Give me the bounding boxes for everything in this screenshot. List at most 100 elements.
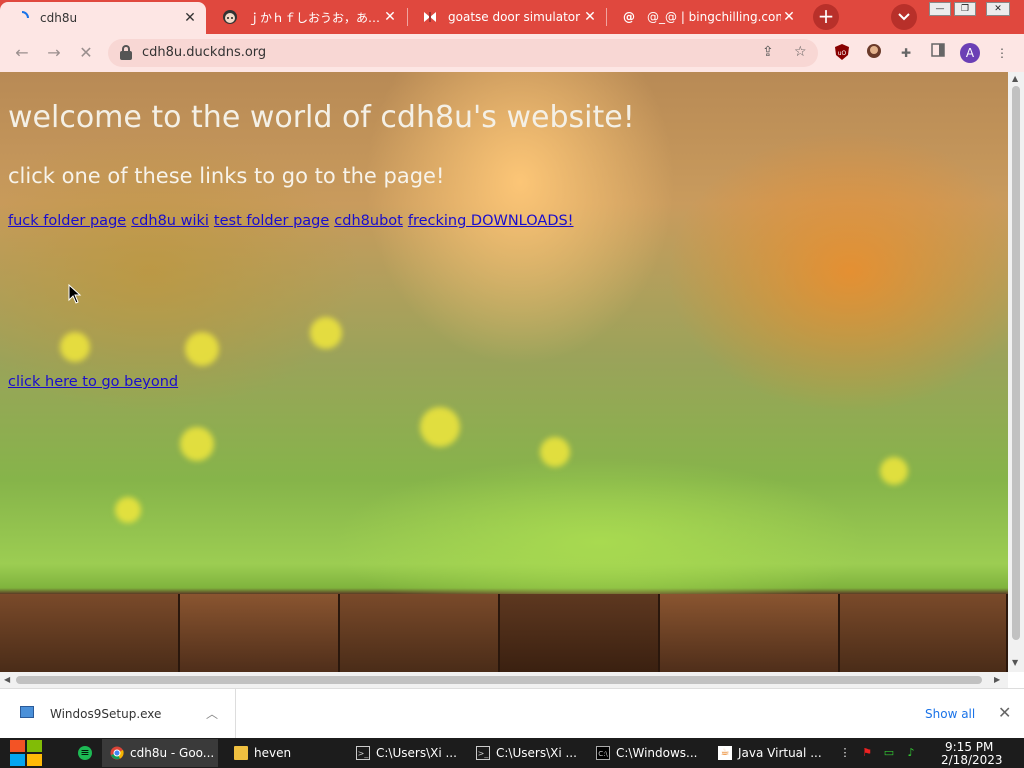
wood-plank [180,594,340,672]
tab-anime[interactable]: ｊかｈｆしおうお，あ… ✕ [208,0,406,34]
close-shelf-icon[interactable]: ✕ [998,703,1011,722]
taskbar-label: heven [254,746,292,760]
at-icon: @ [623,10,635,24]
loading-spinner-icon [14,10,30,26]
wood-plank [660,594,840,672]
bookmark-star-icon[interactable]: ☆ [794,44,807,60]
link-fuck-folder[interactable]: fuck folder page [8,213,126,229]
tab-title: @_@ | bingchilling.com [647,10,781,24]
flag-icon[interactable]: ⚑ [860,746,874,760]
scroll-left-icon[interactable]: ◀ [4,675,10,684]
address-bar[interactable]: cdh8u.duckdns.org ⇪ ☆ [108,39,818,67]
butterfly-icon [422,9,438,25]
close-icon[interactable]: ✕ [382,9,398,25]
wood-plank [840,594,1008,672]
stop-loading-icon[interactable]: ✕ [74,42,98,64]
tab-title: cdh8u [40,11,78,25]
taskbar-label: Java Virtual ... [738,746,822,760]
restore-button[interactable]: ❐ [954,2,976,16]
tab-cdh8u[interactable]: cdh8u ✕ [0,2,206,34]
link-bot[interactable]: cdh8ubot [334,213,403,229]
taskbar-terminal-2[interactable]: >_ C:\Users\Xi ... [468,739,580,767]
terminal-icon: >_ [356,746,370,760]
taskbar-label: C:\Windows... [616,746,698,760]
vertical-scrollbar[interactable]: ▲ ▼ [1008,72,1024,672]
tab-bingchilling[interactable]: @ @_@ | bingchilling.com ✕ [607,0,805,34]
background-bokeh [540,437,570,467]
wood-plank [340,594,500,672]
clock-date[interactable]: 2/18/2023 [941,753,1003,767]
taskbar: ≡ cdh8u - Goo... heven >_ C:\Users\Xi ..… [0,738,1024,768]
url-text[interactable]: cdh8u.duckdns.org [142,45,266,60]
close-icon[interactable]: ✕ [582,9,598,25]
taskbar-chrome[interactable]: cdh8u - Goo... [102,739,218,767]
tab-goatse[interactable]: goatse door simulator ✕ [408,0,606,34]
tab-title: ｊかｈｆしおうお，あ… [248,10,381,25]
forward-icon[interactable]: → [42,42,66,64]
background-bokeh [420,407,460,447]
close-window-button[interactable]: ✕ [986,2,1010,16]
scroll-up-icon[interactable]: ▲ [1012,74,1018,83]
start-button[interactable] [10,739,44,767]
taskbar-explorer[interactable]: heven [226,739,338,767]
horizontal-scrollbar[interactable]: ◀ ▶ [0,672,1008,688]
taskbar-cmd[interactable]: C:\ C:\Windows... [588,739,702,767]
ublock-icon[interactable]: uO [832,43,852,63]
scroll-right-icon[interactable]: ▶ [994,675,1000,684]
taskbar-label: cdh8u - Goo... [130,746,215,760]
vertical-scroll-thumb[interactable] [1012,86,1020,640]
taskbar-terminal-1[interactable]: >_ C:\Users\Xi ... [348,739,460,767]
extensions-puzzle-icon[interactable]: ✚ [896,43,916,63]
page-heading: welcome to the world of cdh8u's website! [8,100,635,135]
link-wiki[interactable]: cdh8u wiki [131,213,209,229]
side-panel-icon[interactable] [928,43,948,63]
page-subheading: click one of these links to go to the pa… [8,164,445,188]
java-icon: ☕ [718,746,732,760]
back-icon[interactable]: ← [10,42,34,64]
download-item[interactable]: Windos9Setup.exe ︿ [0,689,236,739]
lock-icon[interactable] [120,45,132,60]
clock-time[interactable]: 9:15 PM [945,740,993,754]
profile-extension-icon[interactable] [864,43,884,63]
installer-file-icon [20,706,34,718]
spotify-icon: ≡ [78,746,92,760]
link-test-folder[interactable]: test folder page [214,213,329,229]
overflow-icon[interactable]: ⋮ [838,746,852,760]
tab-title: goatse door simulator [448,10,581,24]
background-bokeh [880,457,908,485]
console-icon: C:\ [596,746,610,760]
share-icon[interactable]: ⇪ [762,44,774,60]
menu-kebab-icon[interactable]: ⋮ [992,43,1012,63]
browser-toolbar: ← → ✕ cdh8u.duckdns.org ⇪ ☆ uO ✚ A ⋮ [0,34,1024,72]
scroll-down-icon[interactable]: ▼ [1012,658,1018,667]
network-icon[interactable]: ▭ [882,746,896,760]
mouse-cursor-icon [68,284,82,304]
background-bokeh [185,332,219,366]
profile-avatar[interactable]: A [960,43,980,63]
page-viewport: welcome to the world of cdh8u's website!… [0,72,1008,672]
link-go-beyond[interactable]: click here to go beyond [8,374,178,390]
taskbar-label: C:\Users\Xi ... [376,746,457,760]
anime-avatar-icon [222,9,238,25]
background-bokeh [310,317,342,349]
wood-plank [0,594,180,672]
link-downloads[interactable]: frecking DOWNLOADS! [408,213,574,229]
volume-icon[interactable]: ♪ [904,746,918,760]
close-icon[interactable]: ✕ [182,10,198,26]
background-bokeh [180,427,214,461]
show-all-button[interactable]: Show all [925,707,975,721]
download-filename[interactable]: Windos9Setup.exe [50,707,161,721]
spotify-taskbar-icon[interactable]: ≡ [70,739,100,767]
folder-icon [234,746,248,760]
tab-search-button[interactable] [891,4,917,30]
svg-text:uO: uO [838,50,847,57]
minimize-button[interactable]: — [929,2,951,16]
chevron-up-icon[interactable]: ︿ [206,705,218,722]
new-tab-button[interactable]: + [813,4,839,30]
taskbar-label: C:\Users\Xi ... [496,746,577,760]
close-icon[interactable]: ✕ [781,9,797,25]
chrome-icon [110,746,124,760]
horizontal-scroll-thumb[interactable] [16,676,982,684]
link-list: fuck folder page cdh8u wiki test folder pa… [8,213,579,229]
taskbar-java[interactable]: ☕ Java Virtual ... [710,739,826,767]
